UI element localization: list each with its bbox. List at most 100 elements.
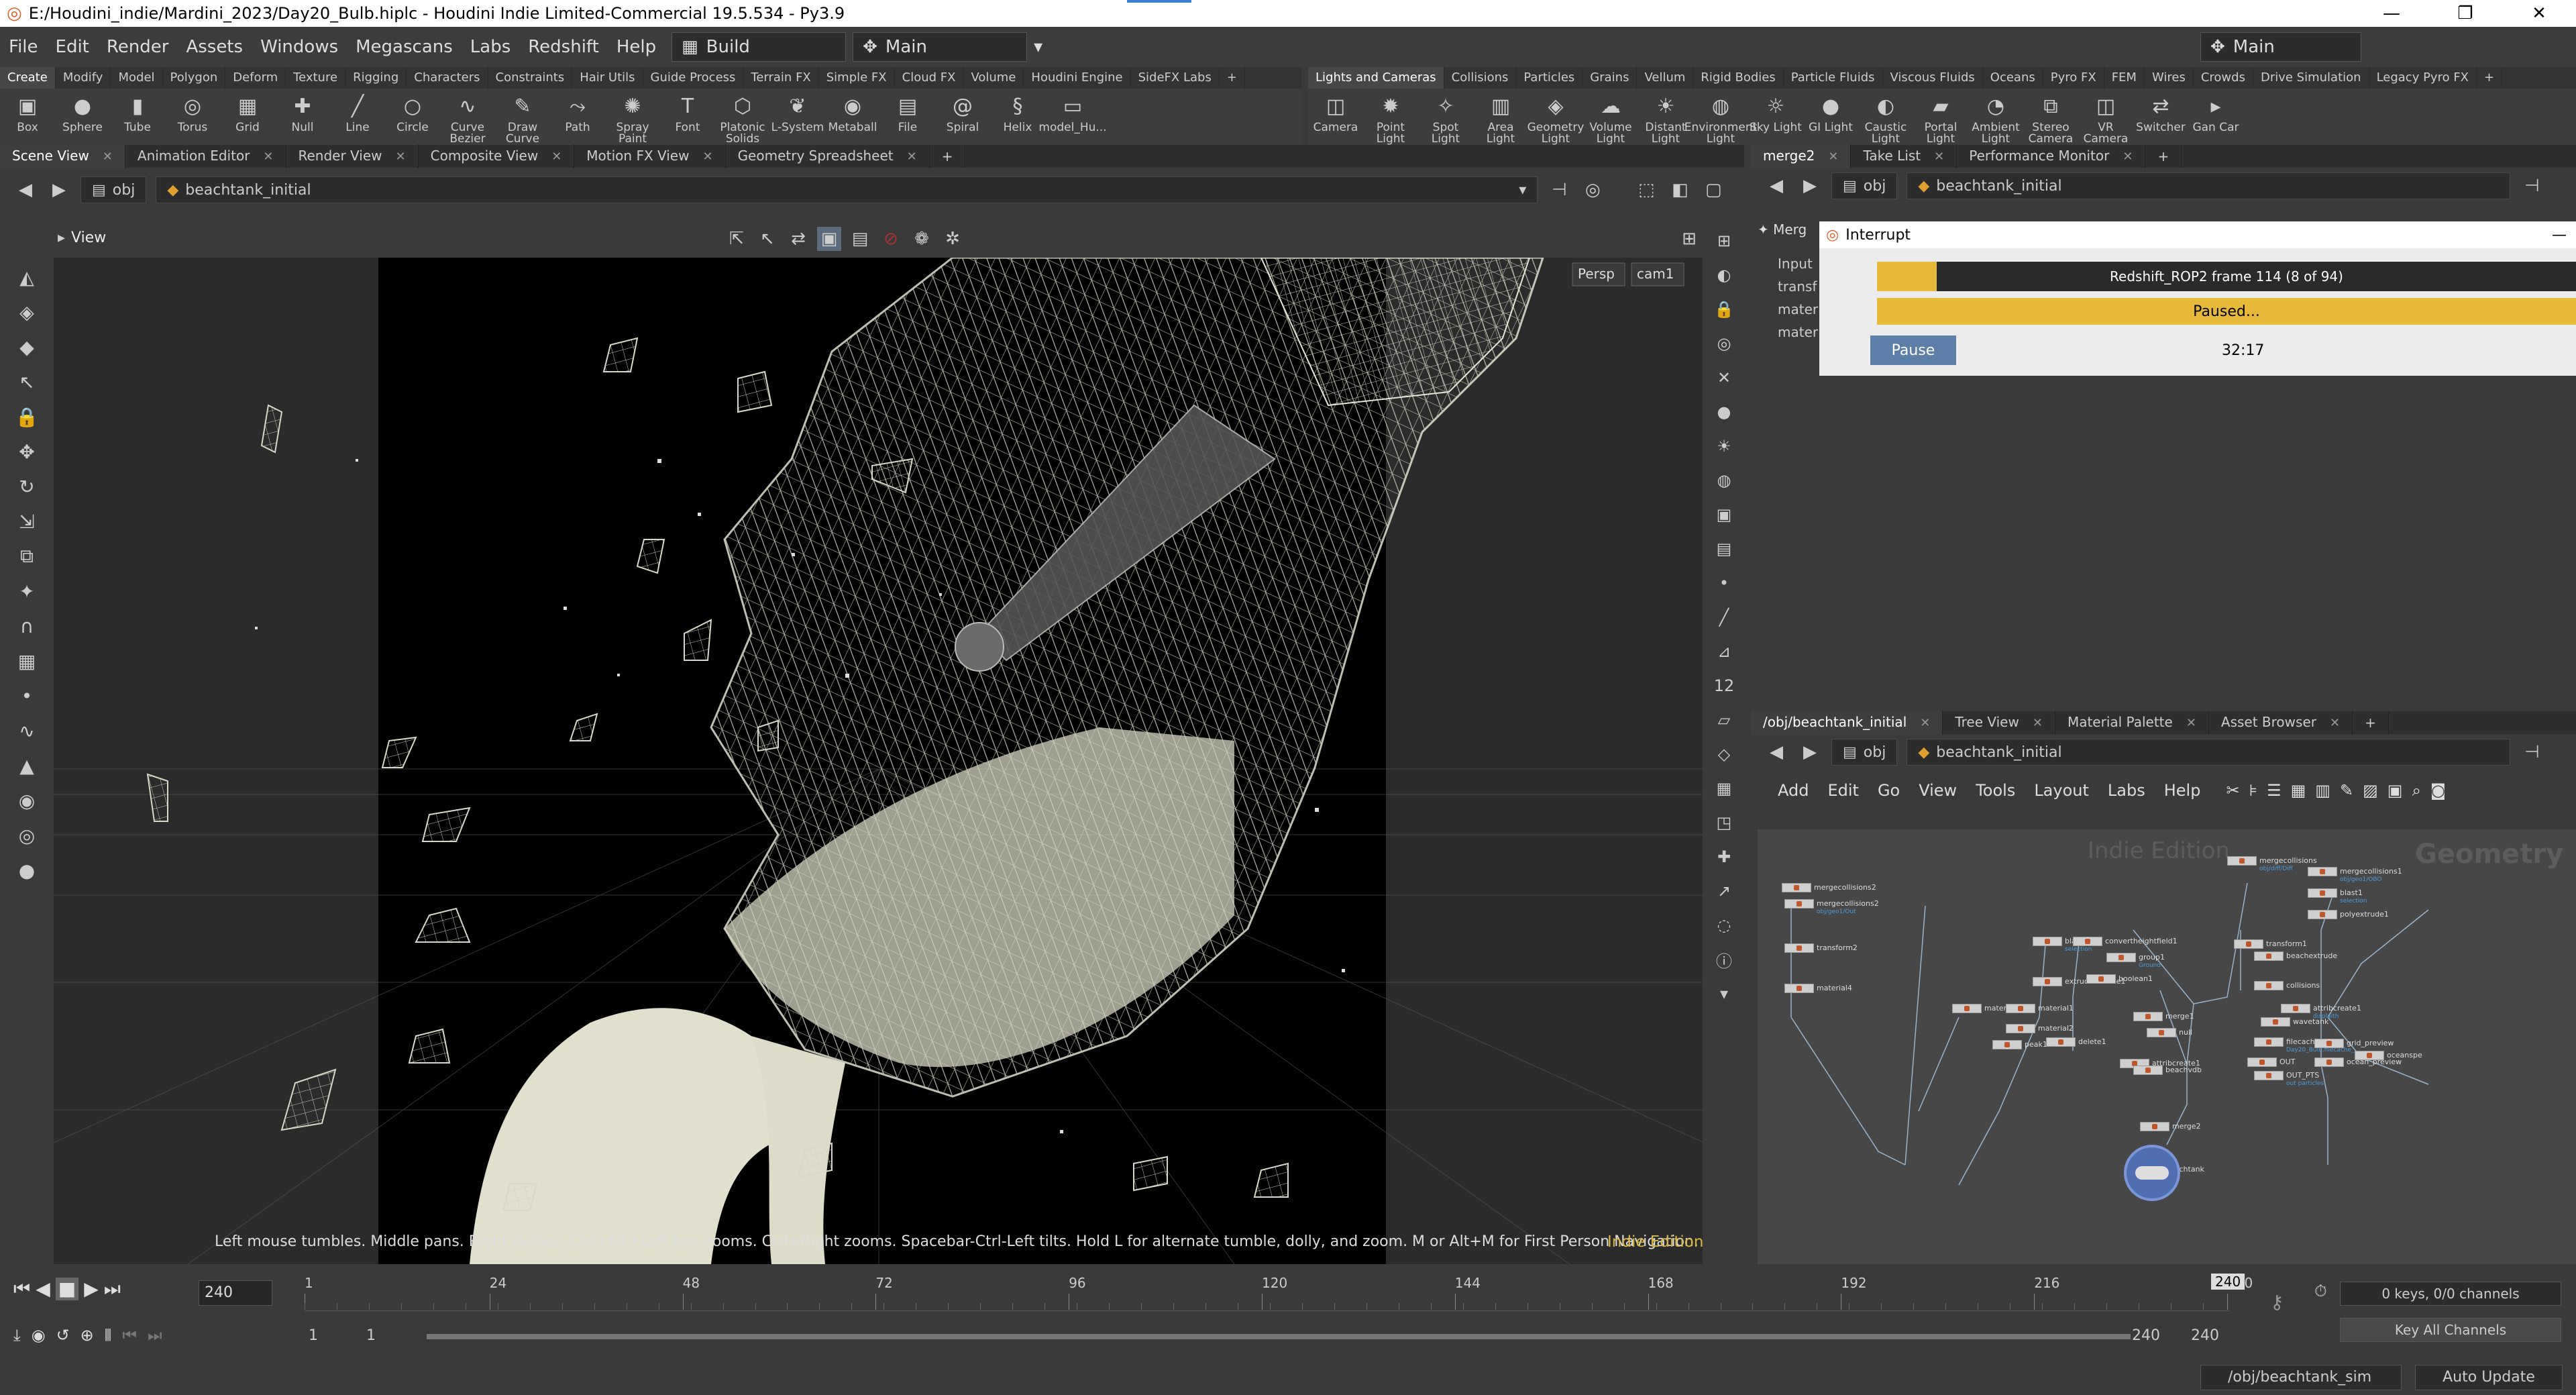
scene-viewport[interactable]: Persp cam1: [54, 258, 1703, 1264]
network-node[interactable]: delete1: [2046, 1037, 2106, 1047]
shelf-tab-rigging[interactable]: Rigging: [345, 67, 407, 89]
perspective-icon[interactable]: ◇: [1709, 739, 1739, 769]
realtime-icon[interactable]: ⤓: [13, 1326, 21, 1345]
grid2-icon[interactable]: ▥: [2315, 781, 2330, 800]
tool-circle[interactable]: ○ Circle: [385, 89, 440, 145]
shelf-tab-rigid-bodies[interactable]: Rigid Bodies: [1693, 67, 1784, 89]
frame-ruler[interactable]: 124487296120144168192216240 240: [305, 1271, 2253, 1311]
playback-start[interactable]: 1: [366, 1327, 376, 1344]
layout-icon[interactable]: ⊞: [1709, 226, 1739, 256]
tool-line[interactable]: ╱ Line: [330, 89, 385, 145]
network-node[interactable]: mergecollisions1 obj/geo1/OBO: [2308, 867, 2402, 883]
measure-icon[interactable]: ╱: [1709, 603, 1739, 632]
minimize-icon[interactable]: —: [2355, 0, 2428, 27]
tab-tree-view[interactable]: Tree View ✕: [1943, 711, 2055, 735]
sync-icon[interactable]: ⊕: [80, 1326, 94, 1345]
link-icon[interactable]: ◎: [1580, 178, 1605, 202]
point-snap-icon[interactable]: •: [10, 680, 44, 711]
camera-view-icon[interactable]: ▣: [817, 227, 841, 251]
close-icon[interactable]: ✕: [2186, 716, 2196, 730]
tool-ambient-light[interactable]: ◔ Ambient Light: [1968, 89, 2023, 145]
pause-button[interactable]: Pause: [1870, 335, 1956, 365]
shelf-tab-hair-utils[interactable]: Hair Utils: [572, 67, 643, 89]
wrench-icon[interactable]: ✂: [2226, 781, 2239, 800]
menu-file[interactable]: File: [0, 37, 47, 57]
close-icon[interactable]: ✕: [551, 150, 561, 164]
network-node[interactable]: beachextrude: [2254, 951, 2337, 961]
path-obj[interactable]: ▤ obj: [1831, 172, 1898, 199]
tab-animation-editor[interactable]: Animation Editor ✕: [125, 144, 286, 168]
tool-tube[interactable]: ▮ Tube: [110, 89, 165, 145]
tool-grid[interactable]: ▦ Grid: [220, 89, 275, 145]
forward-arrow-icon[interactable]: ▶: [1798, 174, 1822, 198]
step-back-icon[interactable]: ◀: [36, 1278, 50, 1300]
tool-torus[interactable]: ◎ Torus: [165, 89, 220, 145]
close-icon[interactable]: ✕: [1920, 716, 1930, 730]
network-node[interactable]: peak1: [1992, 1040, 2047, 1049]
list-icon[interactable]: ☰: [2267, 781, 2282, 800]
shelf-tab-viscous-fluids[interactable]: Viscous Fluids: [1883, 67, 1983, 89]
tool-camera[interactable]: ◫ Camera: [1308, 89, 1363, 145]
pin-icon[interactable]: ⊣: [2520, 740, 2544, 764]
net-menu-add[interactable]: Add: [1778, 781, 1809, 800]
shelf-tab-legacy-pyro-fx[interactable]: Legacy Pyro FX: [2369, 67, 2477, 89]
network-node[interactable]: mergecollisions obj/diff/Diff: [2227, 856, 2317, 872]
shelf-tab-terrain-fx[interactable]: Terrain FX: [743, 67, 819, 89]
add-tab-button[interactable]: +: [930, 145, 966, 168]
tab-composite-view[interactable]: Composite View ✕: [419, 144, 575, 168]
tool-box[interactable]: ▣ Box: [0, 89, 55, 145]
close-icon[interactable]: ✕: [2502, 0, 2576, 27]
tool-draw-curve[interactable]: ✎ Draw Curve: [495, 89, 550, 145]
persp-menu[interactable]: Persp: [1578, 266, 1615, 282]
maximize-icon[interactable]: ❐: [2428, 0, 2502, 27]
shelf-tab-volume[interactable]: Volume: [963, 67, 1024, 89]
network-node[interactable]: group1 Ground: [2106, 953, 2165, 969]
ortho-icon[interactable]: ▱: [1709, 705, 1739, 735]
tool-spray-paint[interactable]: ✺ Spray Paint: [605, 89, 660, 145]
close-icon[interactable]: ✕: [103, 150, 113, 164]
shelf-tab-polygon[interactable]: Polygon: [163, 67, 226, 89]
tool-spiral[interactable]: @ Spiral: [935, 89, 990, 145]
close-icon[interactable]: ✕: [263, 150, 273, 164]
net-menu-edit[interactable]: Edit: [1827, 781, 1858, 800]
tab-take-list[interactable]: Take List ✕: [1851, 144, 1957, 168]
shelf-tab-characters[interactable]: Characters: [407, 67, 488, 89]
menu-redshift[interactable]: Redshift: [519, 37, 608, 57]
shelf-tab-particle-fluids[interactable]: Particle Fluids: [1784, 67, 1883, 89]
network-node[interactable]: polyextrude1: [2308, 910, 2389, 919]
network-node[interactable]: wavetank: [2261, 1017, 2328, 1027]
back-arrow-icon[interactable]: ◀: [1764, 740, 1788, 764]
view-menu-arrow-icon[interactable]: ▸: [58, 229, 65, 246]
add-shelf-tab-button[interactable]: +: [2477, 67, 2503, 89]
path-node[interactable]: ◆ beachtank_initial: [1907, 172, 2511, 199]
tool-path[interactable]: ⤳ Path: [550, 89, 605, 145]
network-node[interactable]: OUT: [2247, 1057, 2295, 1067]
lock-icon[interactable]: 🔒: [10, 401, 44, 432]
shelf-tab-lights-and-cameras[interactable]: Lights and Cameras: [1308, 67, 1444, 89]
back-arrow-icon[interactable]: ◀: [13, 178, 38, 202]
network-node[interactable]: material4: [1784, 984, 1852, 993]
sphere-icon[interactable]: ●: [10, 855, 44, 886]
grid-icon[interactable]: ▦: [2291, 781, 2306, 800]
move-icon[interactable]: ✥: [10, 436, 44, 467]
pin-icon[interactable]: ⊣: [1547, 178, 1571, 202]
tool-model-hu[interactable]: ▭ model_Hu...: [1038, 89, 1106, 145]
tool-font[interactable]: T Font: [660, 89, 715, 145]
close-icon[interactable]: —: [2552, 227, 2567, 244]
key-icon[interactable]: ⚷: [2270, 1291, 2284, 1313]
network-node[interactable]: convertheightfield1: [2073, 937, 2178, 946]
cube-icon[interactable]: ⬚: [1634, 178, 1658, 202]
go-end-icon[interactable]: ⏭: [104, 1278, 121, 1300]
background-icon[interactable]: ▤: [1709, 534, 1739, 564]
tab-geometry-spreadsheet[interactable]: Geometry Spreadsheet ✕: [726, 144, 930, 168]
add-tab-button[interactable]: +: [2145, 145, 2182, 168]
layout-split-icon[interactable]: ⊞: [1677, 227, 1701, 251]
shelf-tab-fem[interactable]: FEM: [2104, 67, 2145, 89]
grid-icon[interactable]: ▦: [1709, 774, 1739, 803]
menu-labs[interactable]: Labs: [462, 37, 519, 57]
step-next-icon[interactable]: ⏭: [148, 1326, 162, 1345]
desktop-build-selector[interactable]: ▦ Build: [672, 32, 847, 62]
tool-stereo-camera[interactable]: ⧉ Stereo Camera: [2023, 89, 2078, 145]
net-menu-view[interactable]: View: [1919, 781, 1957, 800]
pose-icon[interactable]: ✦: [10, 576, 44, 607]
